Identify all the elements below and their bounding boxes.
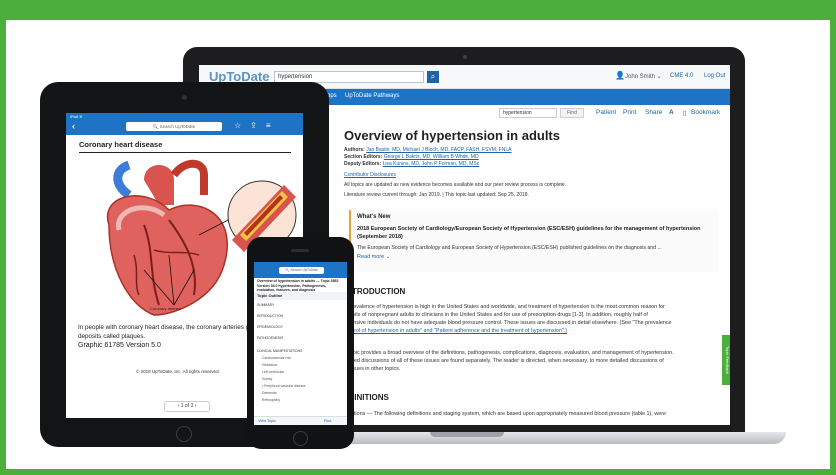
intro-p1-line: ertensive individuals do not have adequa…: [344, 320, 672, 326]
user-icon: 👤: [615, 71, 625, 80]
update-note: All topics are updated as new evidence b…: [344, 182, 567, 188]
right-green-border: [830, 0, 836, 475]
bookmark-icon[interactable]: ▯: [683, 109, 687, 117]
outline-item[interactable]: Dementia: [262, 391, 277, 395]
outline-item[interactable]: INTRODUCTION: [257, 314, 283, 318]
graphic-pager[interactable]: ‹ 1 of 3 ›: [164, 401, 210, 412]
share-button[interactable]: Share: [645, 109, 662, 116]
left-green-border: [0, 0, 6, 475]
intro-p2-line: e issues in other topics.: [344, 366, 401, 372]
find-button[interactable]: Find: [560, 108, 584, 118]
phone-bottom-bar: View Topic Find: [254, 416, 347, 425]
outline-item[interactable]: Left ventricular: [262, 370, 284, 374]
cme-link[interactable]: CME 4.0: [670, 73, 693, 79]
outline-item[interactable]: EPIDEMIOLOGY: [257, 325, 283, 329]
authors-links[interactable]: Jan Basile, MD, Michael J Bloch, MD, FAC…: [366, 147, 511, 153]
search-button[interactable]: ⌕: [427, 71, 439, 83]
bookmark-button[interactable]: Bookmark: [691, 109, 720, 116]
graphic-title: Coronary heart disease: [79, 140, 163, 149]
intro-paragraph-1: e prevalence of hypertension is high in …: [344, 303, 714, 335]
menu-icon[interactable]: ≡: [266, 121, 280, 130]
literature-review-note: Literature review current through: Jan 2…: [344, 192, 529, 198]
tablet-status-bar: iPad ≋: [70, 114, 83, 119]
deputy-editors-links[interactable]: Lisa Kunins, MD, John P Forman, MD, MSc: [383, 161, 480, 167]
whats-new-box: What's New 2018 European Society of Card…: [349, 210, 719, 272]
phone-speaker: [291, 249, 309, 252]
outline-item[interactable]: Cardiovascular risk: [262, 356, 291, 360]
deputy-editors-line: Deputy Editors: Lisa Kunins, MD, John P …: [344, 161, 479, 167]
topic-feedback-tab[interactable]: Topic Feedback: [722, 335, 730, 385]
font-size-icon[interactable]: A: [669, 109, 674, 116]
outline-item[interactable]: • Peripheral vascular disease: [262, 384, 306, 388]
intro-p2-line: s topic provides a broad overview of the…: [344, 350, 674, 356]
title-divider: [79, 152, 291, 153]
intro-paragraph-2: s topic provides a broad overview of the…: [344, 349, 714, 373]
intro-p1-links[interactable]: control of hypertension in adults" and "…: [344, 327, 714, 335]
tablet-toolbar-icons: ☆⇪≡: [234, 121, 280, 130]
phone-screen: 🔍 Search UpToDate Overview of hypertensi…: [254, 262, 347, 425]
nav-item-pathways[interactable]: UpToDate Pathways: [345, 93, 399, 99]
coronary-arteries-label: Coronary arteries: [150, 306, 181, 311]
phone-header: 🔍 Search UpToDate: [254, 262, 347, 278]
contributor-disclosures-link[interactable]: Contributor Disclosures: [344, 172, 396, 178]
outline-item[interactable]: Retinopathy: [262, 398, 280, 402]
tablet-camera: [182, 95, 187, 100]
topic-outline-heading: Topic Outline: [254, 292, 347, 300]
top-green-band: [0, 0, 836, 20]
laptop-notch: [430, 432, 504, 437]
intro-p2-line: etailed discussions of all of these issu…: [344, 358, 664, 364]
share-icon[interactable]: ⇪: [250, 121, 266, 130]
user-menu[interactable]: John Smith ⌄: [625, 73, 662, 80]
contributor-disclosures-text[interactable]: Contributor Disclosures: [344, 172, 396, 178]
outline-item[interactable]: SUMMARY: [257, 303, 274, 307]
laptop-camera: [463, 55, 467, 59]
read-more-link[interactable]: Read more ⌄: [357, 254, 713, 260]
phone-find-button[interactable]: Find: [324, 417, 331, 425]
deputy-editors-label: Deputy Editors:: [344, 161, 382, 167]
print-button[interactable]: Print: [623, 109, 636, 116]
phone-search-input[interactable]: 🔍 Search UpToDate: [279, 267, 324, 274]
authors-label: Authors:: [344, 147, 365, 153]
authors-line: Authors: Jan Basile, MD, Michael J Bloch…: [344, 147, 511, 153]
view-topic-button[interactable]: View Topic: [258, 417, 276, 425]
definitions-line: efinitions — The following definitions a…: [344, 411, 667, 417]
intro-p1-line: e prevalence of hypertension is high in …: [344, 304, 665, 310]
phone-home-button: [293, 431, 308, 446]
tablet-home-button: [176, 426, 192, 442]
find-in-topic-input[interactable]: hypertension: [499, 108, 557, 118]
tablet-search-input[interactable]: 🔍 Search UpToDate: [126, 122, 222, 131]
tablet-header: iPad ≋ ‹ 🔍 Search UpToDate ☆⇪≡: [66, 113, 303, 135]
section-editors-links[interactable]: George L Bakris, MD, William B White, MD: [384, 154, 479, 160]
outline-item[interactable]: CLINICAL MANIFESTATIONS: [257, 349, 302, 353]
outline-item[interactable]: Headache: [262, 363, 277, 367]
outline-item[interactable]: Kidney: [262, 377, 272, 381]
search-icon: ⌕: [430, 72, 436, 81]
patient-button[interactable]: Patient: [596, 109, 616, 116]
whats-new-body: The European Society of Cardiology and E…: [357, 245, 662, 251]
whats-new-heading: What's New: [357, 214, 391, 220]
intro-p1-line: e visits of nonpregnant adults to clinic…: [344, 312, 648, 318]
section-editors-line: Section Editors: George L Bakris, MD, Wi…: [344, 154, 479, 160]
section-editors-label: Section Editors:: [344, 154, 383, 160]
outline-item[interactable]: PATHOGENESIS: [257, 336, 283, 340]
copyright-note: © 2019 UpToDate, Inc. All rights reserve…: [136, 369, 220, 374]
phone-topic-title: Overview of hypertension in adults — Top…: [257, 279, 339, 292]
whats-new-title: 2018 European Society of Cardiology/Euro…: [357, 226, 701, 240]
star-icon[interactable]: ☆: [234, 121, 250, 130]
topic-title: Overview of hypertension in adults: [344, 128, 560, 143]
bottom-green-border: [0, 469, 836, 475]
logout-link[interactable]: Log Out: [704, 73, 725, 79]
back-chevron-icon[interactable]: ‹: [72, 121, 75, 131]
graphic-version: Graphic 61785 Version 5.0: [78, 342, 161, 349]
